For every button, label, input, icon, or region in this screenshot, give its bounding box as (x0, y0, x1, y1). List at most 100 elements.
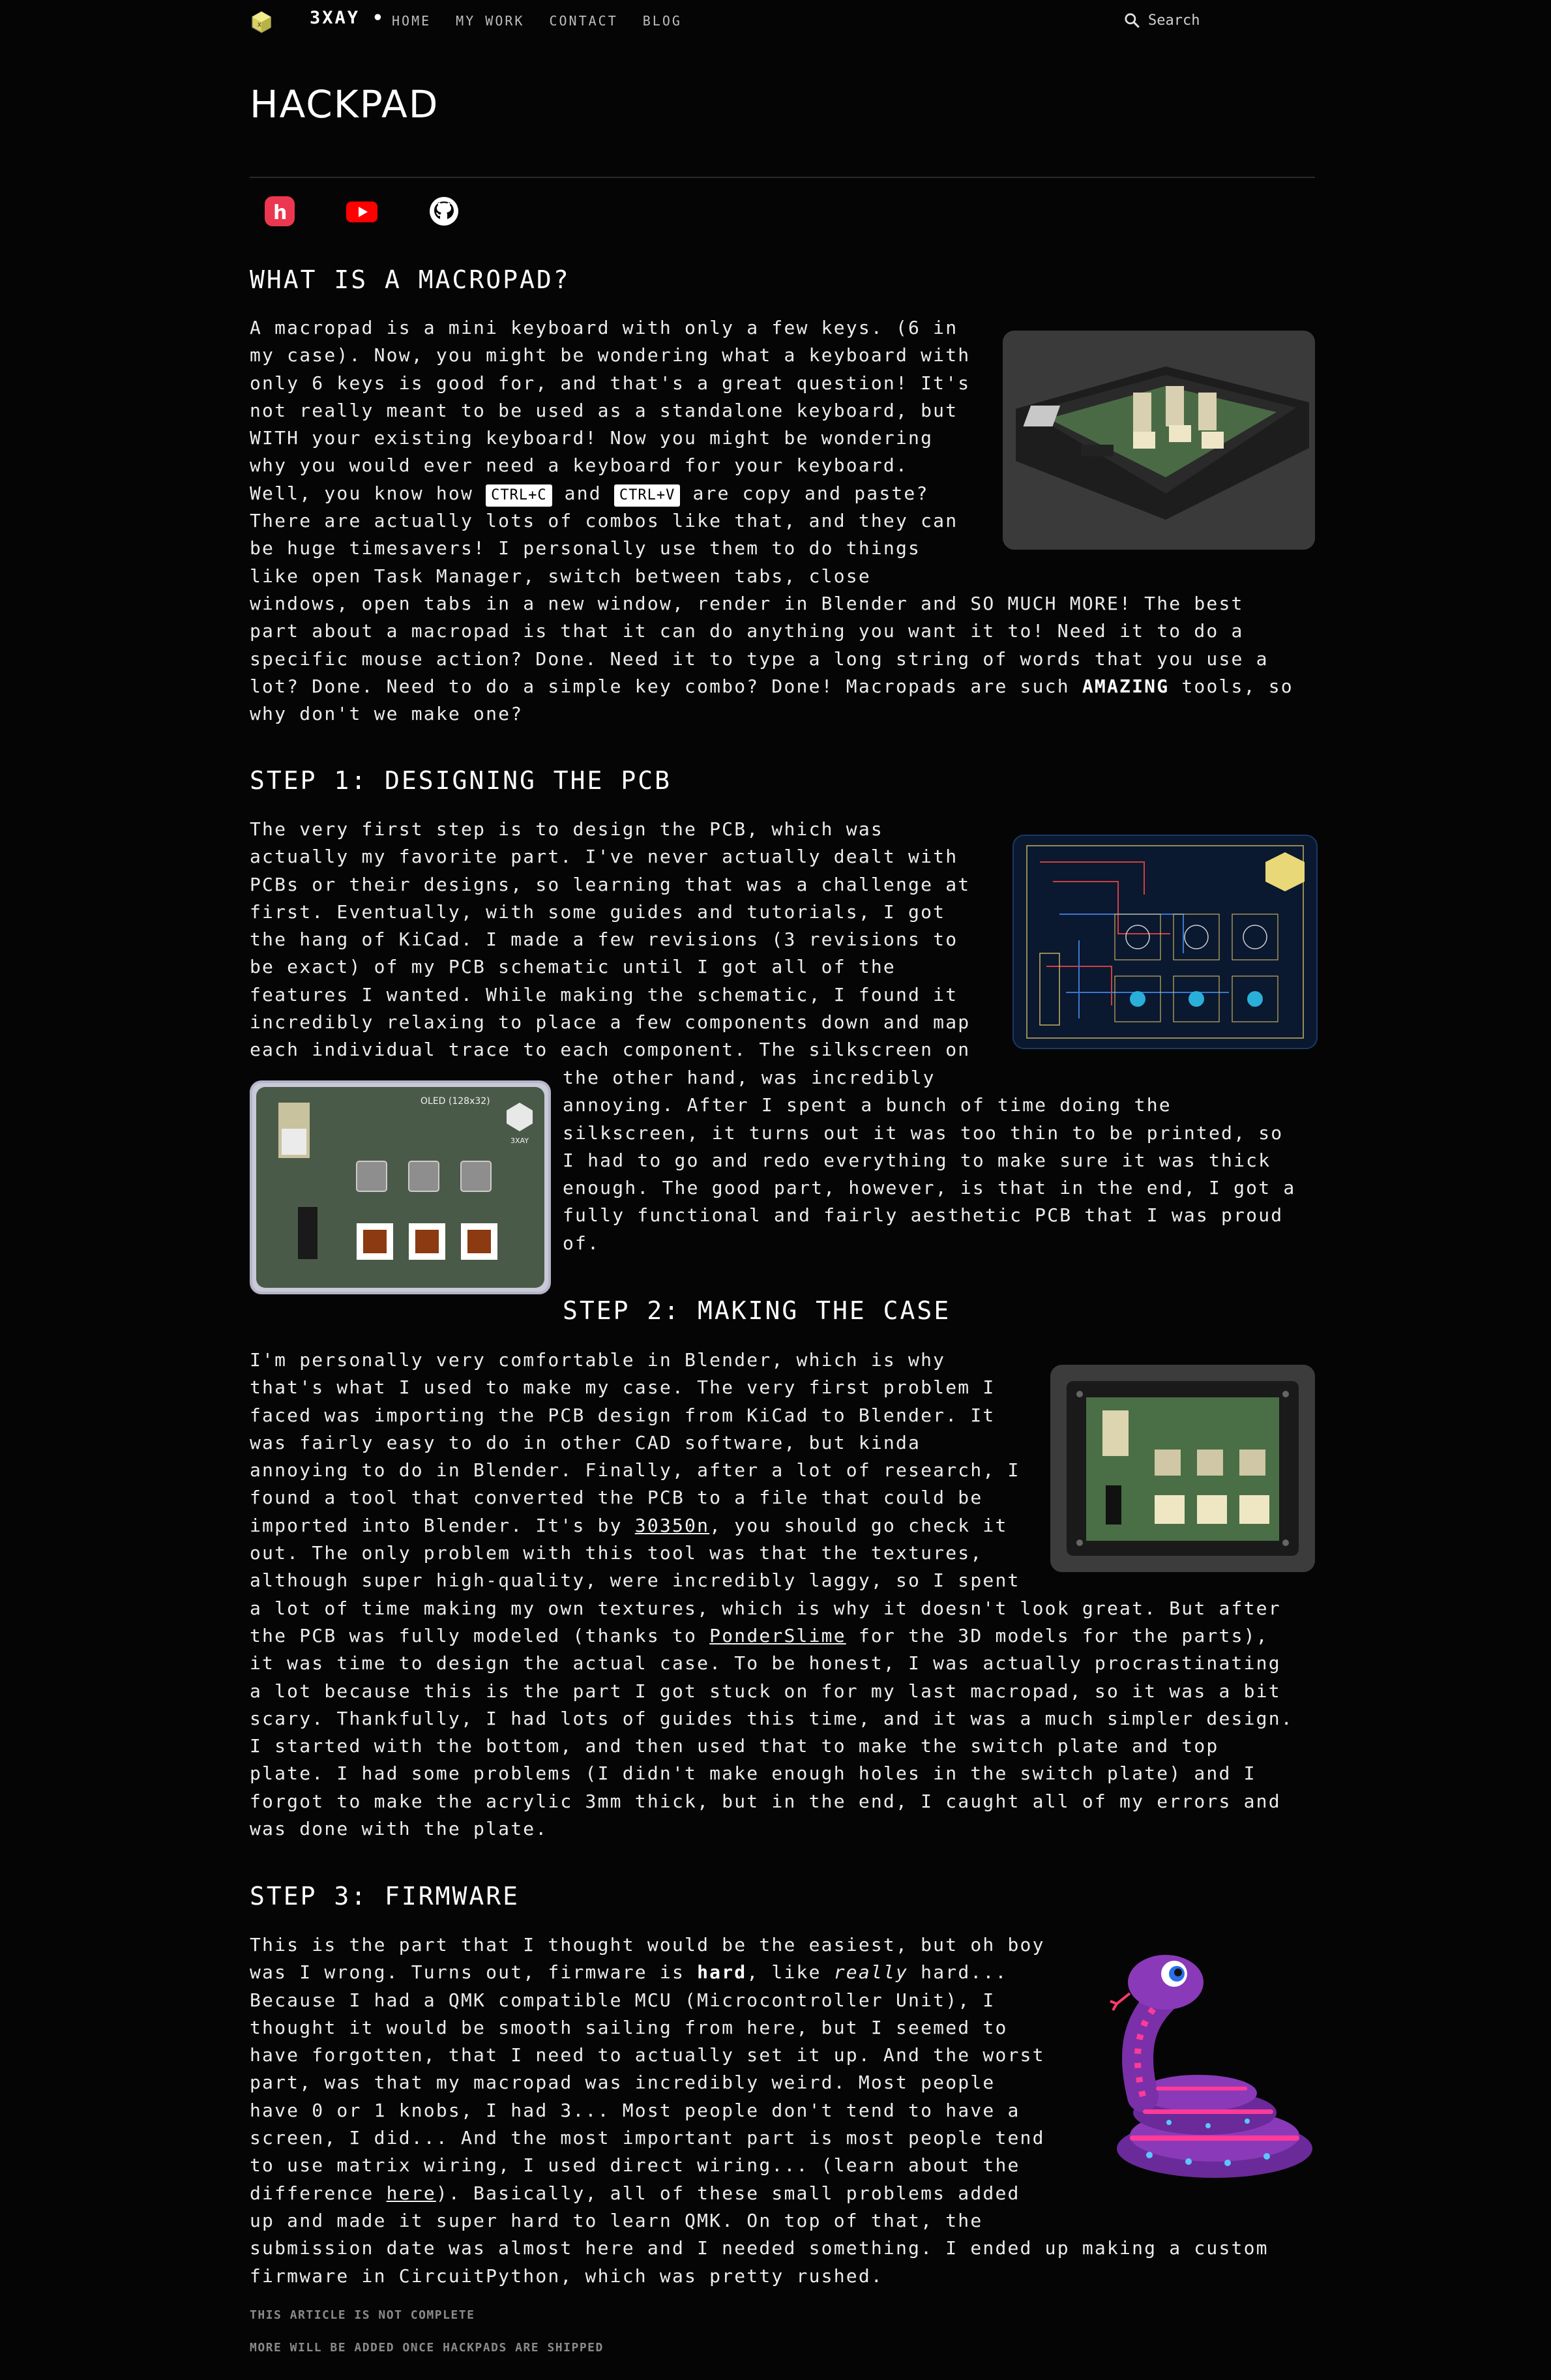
step2-line: although super high-quality, were incred… (250, 1569, 1020, 1592)
step3-line: Because I had a QMK compatible MCU (Micr… (250, 1989, 996, 2011)
step3-line: firmware in CircuitPython, which was pre… (250, 2265, 883, 2287)
really-italic: really (833, 1961, 909, 1984)
kbd-ctrl-v: CTRL+V (613, 484, 681, 507)
cube-logo-icon[interactable]: X (250, 10, 273, 34)
step2-line: forgot to make the acrylic 3mm thick, bu… (250, 1790, 1281, 1812)
section-heading-step1: STEP 1: DESIGNING THE PCB (250, 766, 672, 795)
text-span: for the 3D models for the parts), (858, 1624, 1269, 1646)
macropad-line: A macropad is a mini keyboard with only … (250, 317, 958, 338)
step1-line: of. (563, 1232, 600, 1254)
kbd-ctrl-c: CTRL+C (486, 484, 552, 507)
step2-line: plate. I had some problems (I didn't mak… (250, 1763, 1256, 1785)
title-divider (250, 177, 1315, 178)
youtube-icon[interactable] (346, 196, 377, 227)
step3-paragraph: This is the part that I thought would be… (250, 1931, 1269, 2290)
step2-line: scary. Thankfully, I had lots of guides … (250, 1707, 1293, 1729)
text-span: , you should go check it (709, 1514, 1008, 1536)
text-span: difference (250, 2182, 374, 2204)
pcb-oled-label: OLED (128x32) (421, 1096, 490, 1107)
step1-line: The very first step is to design the PCB… (250, 818, 883, 840)
step1-line: I had to go and redo everything to make … (563, 1149, 1271, 1171)
text-span: , like (746, 1961, 821, 1984)
macropad-line: There are actually lots of combos like t… (250, 510, 958, 532)
step2-line: found a tool that converted the PCB to a… (250, 1487, 983, 1509)
step1-paragraph-top: The very first step is to design the PCB… (250, 816, 970, 1064)
macropad-line: not really meant to be used as a standal… (250, 399, 958, 421)
macropad-line: be huge timesavers! I personally use the… (250, 537, 921, 559)
step3-line: up and made it super hard to learn QMK. … (250, 2209, 983, 2231)
step3-line: thought it would be smooth sailing from … (250, 2016, 1008, 2038)
macropad-line: only 6 keys is good for, and that's a gr… (250, 372, 971, 394)
step1-line: be exact) of my PCB schematic until I go… (250, 956, 896, 978)
page-title: HACKPAD (250, 82, 439, 126)
nav-home-link[interactable]: HOME (392, 13, 431, 29)
macropad-line: lot? Done. Need to do a simple key combo… (250, 673, 1293, 700)
search-placeholder: Search (1148, 12, 1200, 29)
link-here[interactable]: here (387, 2182, 436, 2204)
text-span: imported into Blender. It's by (250, 1514, 623, 1536)
macropad-line: my case). Now, you might be wondering wh… (250, 344, 971, 366)
macropad-line: why don't we make one? (250, 703, 524, 725)
step1-line: features I wanted. While making the sche… (250, 983, 958, 1005)
macropad-line: like open Task Manager, switch between t… (250, 565, 871, 587)
step2-line: a lot because this is the part I got stu… (250, 1680, 1281, 1702)
step3-line: part, was that my macropad was incredibl… (250, 2072, 996, 2094)
macropad-paragraph: A macropad is a mini keyboard with only … (250, 314, 1293, 728)
site-brand[interactable]: 3XAY • (310, 8, 385, 28)
amazing-bold: AMAZING (1082, 675, 1170, 697)
step1-line: annoying. After I spent a bunch of time … (563, 1094, 1172, 1116)
nav-blog-link[interactable]: BLOG (643, 13, 682, 29)
step3-line: submission date was almost here and I ne… (250, 2237, 1269, 2259)
step2-line: annoying to do in Blender. Finally, afte… (250, 1459, 1020, 1481)
step1-line: PCBs or their designs, so learning that … (250, 873, 971, 895)
hard-bold: hard (697, 1961, 747, 1984)
svg-text:X: X (258, 22, 261, 29)
macropad-line: specific mouse action? Done. Need it to … (250, 647, 1269, 670)
step1-line: incredibly relaxing to place a few compo… (250, 1011, 971, 1034)
hackclub-icon[interactable]: h (264, 196, 295, 227)
step3-line: This is the part that I thought would be… (250, 1934, 1045, 1956)
step2-line: faced was importing the PCB design from … (250, 1404, 996, 1426)
step3-line: screen, I did... And the most important … (250, 2127, 1045, 2149)
pcb-brand-label: 3XAY (510, 1137, 529, 1145)
step1-line: enough. The good part, however, is that … (563, 1177, 1296, 1199)
step2-line: a lot of time making my own textures, wh… (250, 1597, 1281, 1619)
step1-line: the hang of KiCad. I made a few revision… (250, 929, 958, 951)
step3-line: to use matrix wiring, I used direct wiri… (250, 2154, 1020, 2177)
step2-line: I started with the bottom, and then used… (250, 1735, 1219, 1757)
macropad-line: WITH your existing keyboard! Now you mig… (250, 427, 934, 449)
macropad-line: part about a macropad is that it can do … (250, 620, 1244, 642)
step2-paragraph: I'm personally very comfortable in Blend… (250, 1346, 1293, 1843)
step2-line: was done with the plate. (250, 1818, 548, 1840)
text-span: hard... (921, 1961, 1008, 1984)
step2-line: I'm personally very comfortable in Blend… (250, 1349, 946, 1371)
nav-my-work-link[interactable]: MY WORK (456, 13, 524, 29)
text-span: are copy and paste? (692, 482, 929, 504)
step1-line: silkscreen, it turns out it was too thin… (563, 1122, 1284, 1144)
step2-line: it was time to design the actual case. T… (250, 1652, 1281, 1674)
macropad-line: windows, open tabs in a new window, rend… (250, 592, 1244, 614)
text-span: the PCB was fully modeled (thanks to (250, 1624, 698, 1646)
svg-text:h: h (273, 201, 287, 224)
step2-line: the PCB was fully modeled (thanks to Pon… (250, 1622, 1293, 1650)
pcb-3d-render-image: OLED (128x32) 3XAY (250, 1080, 551, 1294)
step3-line: have forgotten, that I need to actually … (250, 2044, 1045, 2066)
nav-contact-link[interactable]: CONTACT (549, 13, 617, 29)
text-span: Well, you know how (250, 482, 474, 504)
search-box[interactable]: Search (1123, 12, 1200, 29)
step1-line: fully functional and fairly aesthetic PC… (563, 1204, 1284, 1227)
text-span: lot? Done. Need to do a simple key combo… (250, 675, 1070, 697)
text-span: ). Basically, all of these small problem… (436, 2182, 1020, 2204)
step1-line: first. Eventually, with some guides and … (250, 900, 946, 923)
step1-paragraph-bottom: the other hand, was incredibly annoying. … (563, 1064, 1295, 1257)
step3-line: difference here). Basically, all of thes… (250, 2180, 1269, 2207)
footer-note-more: MORE WILL BE ADDED ONCE HACKPADS ARE SHI… (250, 2341, 604, 2355)
section-heading-step3: STEP 3: FIRMWARE (250, 1882, 520, 1911)
link-ponderslime[interactable]: PonderSlime (709, 1625, 846, 1646)
github-icon[interactable] (428, 196, 460, 227)
step1-line: the other hand, was incredibly (563, 1067, 936, 1088)
step3-line: have 0 or 1 knobs, I had 3... Most peopl… (250, 2099, 1020, 2121)
link-30350n[interactable]: 30350n (635, 1515, 709, 1536)
search-icon (1125, 13, 1140, 28)
top-nav: X 3XAY • HOME MY WORK CONTACT BLOG Searc… (250, 0, 1315, 43)
